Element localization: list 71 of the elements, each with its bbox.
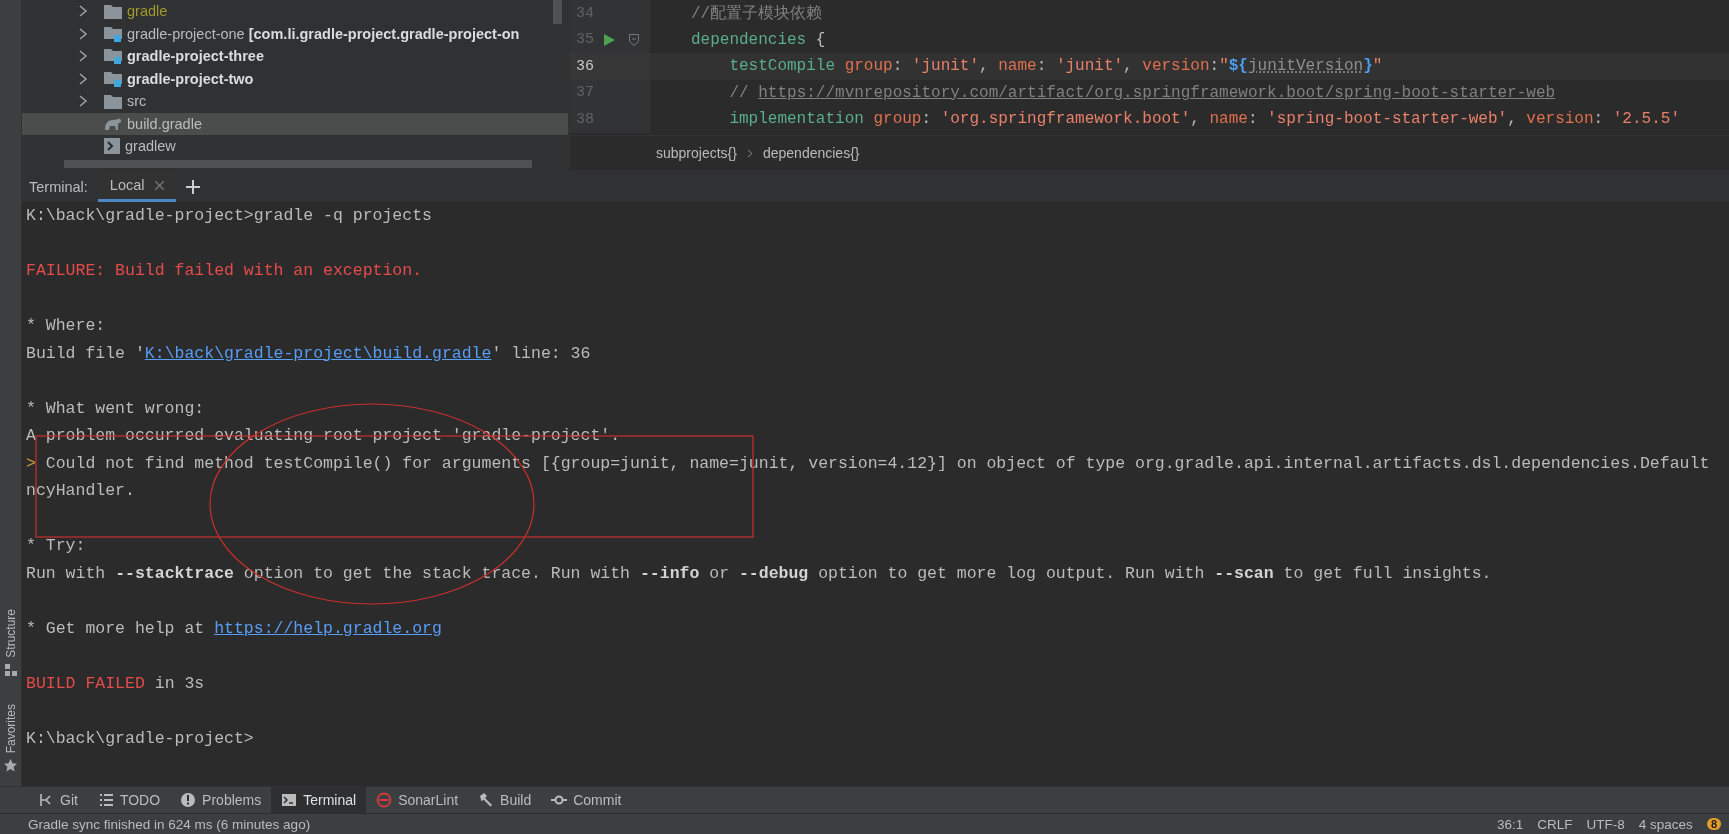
module-folder-icon	[104, 70, 122, 87]
close-icon[interactable]	[154, 180, 164, 190]
terminal-line: * Try:	[26, 535, 87, 557]
elephant-icon	[104, 116, 122, 131]
terminal-line: Build file 'K:\back\gradle-project\build.gradle' line: 36	[26, 342, 592, 365]
module-folder-icon	[104, 25, 122, 42]
tool-window-button[interactable]: Terminal	[271, 787, 367, 814]
tool-window-button[interactable]: Commit	[541, 787, 632, 814]
tree-item[interactable]: build.gradle	[22, 112, 568, 135]
chevron-icon[interactable]	[78, 5, 88, 18]
folder-icon	[104, 93, 122, 109]
breadcrumb[interactable]: subprojects{}	[656, 145, 737, 161]
terminal-line: * Where:	[26, 315, 107, 337]
tree-item[interactable]: gradle-project-two	[22, 67, 568, 90]
notification-badge[interactable]: 8	[1706, 818, 1721, 830]
line-number: 36	[575, 57, 594, 75]
tree-item-label: gradle-project-two	[127, 70, 254, 87]
chevron-icon[interactable]	[78, 95, 88, 108]
tree-item-label: build.gradle	[127, 115, 202, 132]
list-icon	[97, 792, 114, 809]
tree-item[interactable]: gradle	[22, 0, 568, 23]
tool-window-button[interactable]: Structure	[3, 609, 18, 658]
module-name: [com.li.gradle-project.gradle-project-on	[248, 25, 520, 42]
panel-title: Terminal:	[28, 178, 89, 195]
chevron-icon[interactable]	[78, 72, 88, 85]
tree-item-label: gradlew	[125, 138, 176, 155]
link[interactable]: https://help.gradle.org	[214, 618, 442, 638]
link[interactable]: K:\back\gradle-project\build.gradle	[144, 343, 492, 363]
status-item[interactable]: 4 spaces	[1638, 816, 1693, 832]
chevron-icon	[746, 148, 753, 158]
structure-icon	[4, 663, 17, 676]
tree-item[interactable]: gradlew	[22, 135, 568, 158]
terminal-icon	[281, 792, 298, 809]
terminal-line: K:\back\gradle-project>gradle -q projects	[26, 205, 433, 227]
tool-window-button[interactable]: TODO	[87, 787, 171, 814]
module-folder-icon	[104, 48, 122, 65]
status-message: Gradle sync finished in 624 ms (6 minutes ago)	[28, 816, 312, 832]
tree-item[interactable]: gradle-project-one [com.li.gradle-project.gradle-project-on	[22, 22, 568, 45]
breadcrumb[interactable]: dependencies{}	[762, 145, 860, 161]
scrollbar[interactable]	[64, 160, 532, 168]
terminal-line: * What went wrong:	[26, 397, 206, 420]
tool-window-button[interactable]: SonarLint	[366, 787, 469, 814]
tool-window-button[interactable]: Build	[468, 787, 542, 814]
chevron-icon[interactable]	[78, 27, 88, 40]
chevron-icon[interactable]	[78, 50, 88, 63]
tree-item-label: src	[127, 93, 147, 110]
terminal-line: * Get more help at https://help.gradle.org	[26, 617, 443, 640]
info-icon	[180, 792, 197, 809]
tool-window-button[interactable]: Git	[28, 787, 88, 814]
status-item[interactable]: CRLF	[1537, 816, 1573, 832]
star-icon	[4, 759, 17, 773]
scrollbar[interactable]	[553, 0, 562, 24]
terminal-line: K:\back\gradle-project>	[26, 727, 255, 750]
branch-icon	[38, 792, 54, 809]
folder-icon	[104, 3, 122, 19]
tree-item-label: gradle	[127, 3, 168, 20]
tree-item[interactable]: gradle-project-three	[22, 45, 568, 68]
terminal-line: BUILD FAILED in 3s	[26, 672, 206, 695]
script-icon	[104, 138, 120, 155]
terminal-line: FAILURE: Build failed with an exception.	[26, 260, 424, 282]
status-item[interactable]: UTF-8	[1586, 816, 1625, 832]
tree-item-label: gradle-project-three	[127, 48, 264, 65]
run-icon[interactable]	[603, 33, 615, 46]
no-entry-icon	[376, 792, 393, 809]
hammer-icon	[478, 792, 495, 809]
tool-window-button[interactable]: Favorites	[3, 703, 18, 754]
tool-window-button[interactable]: Problems	[170, 787, 272, 814]
tree-item[interactable]: src	[22, 90, 568, 113]
fold-icon[interactable]	[629, 33, 639, 46]
status-item[interactable]: 36:1	[1497, 816, 1524, 832]
tree-item-label: gradle-project-one	[127, 25, 245, 42]
